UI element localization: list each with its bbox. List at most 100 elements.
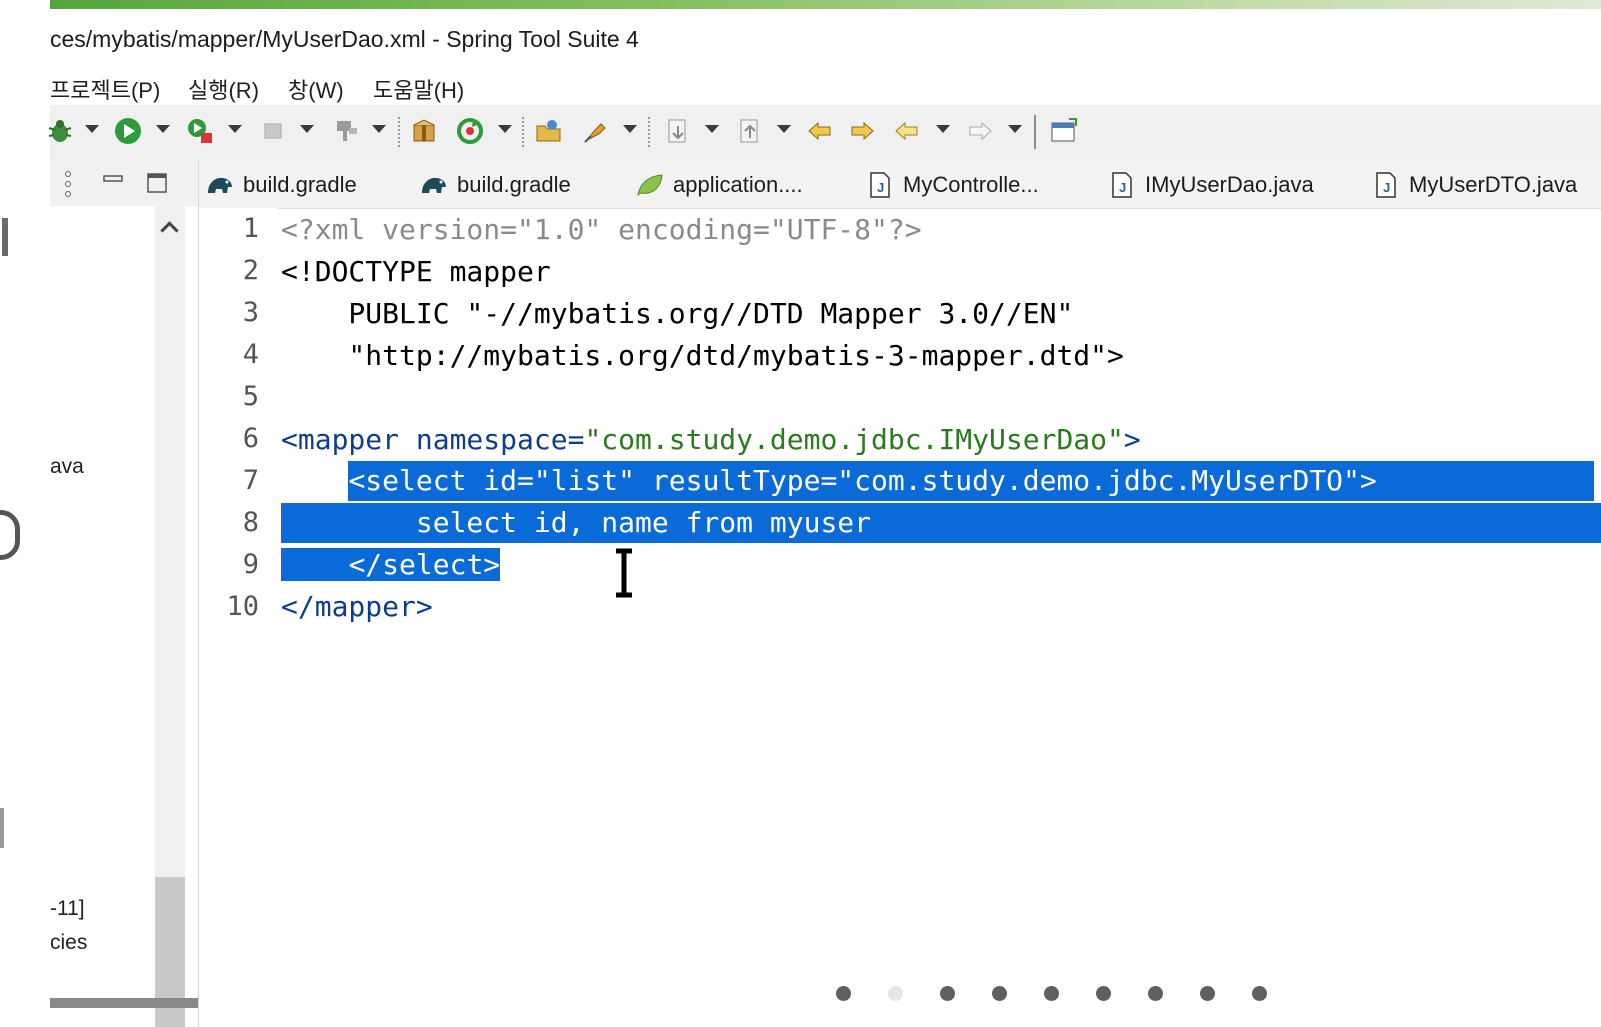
code-line[interactable]: <?xml version="1.0" encoding="UTF-8"?> (281, 210, 922, 250)
menu-project[interactable]: 프로젝트(P) (50, 73, 160, 105)
code-line[interactable]: </mapper> (281, 587, 433, 627)
tree-item-label[interactable]: -11] (50, 897, 85, 921)
pager-dot[interactable] (1096, 986, 1111, 1001)
minimize-icon[interactable] (102, 172, 124, 186)
chevron-down-icon[interactable] (623, 125, 637, 133)
package-icon[interactable] (408, 115, 440, 147)
pager-dot[interactable] (888, 986, 903, 1001)
chevron-down-icon[interactable] (936, 125, 950, 133)
tab-build-gradle-2[interactable]: build.gradle (419, 170, 571, 200)
pager-dots (836, 986, 1276, 1002)
code-line-selected[interactable]: <select id="list" resultType="com.study.… (281, 461, 1601, 501)
tab-label: MyUserDTO.java (1409, 172, 1578, 197)
code-token-selected: <select id="list" resultType="com.study.… (348, 461, 1595, 501)
menu-run[interactable]: 실행(R) (188, 73, 259, 105)
tab-application-properties[interactable]: application.... (635, 170, 803, 200)
code-token (281, 548, 349, 581)
chevron-down-icon[interactable] (85, 125, 99, 133)
chevron-down-icon[interactable] (300, 125, 314, 133)
text-cursor-icon (616, 548, 632, 598)
code-token-selected: </select> (348, 548, 501, 581)
tab-label: application.... (673, 172, 803, 197)
chevron-down-icon[interactable] (777, 125, 791, 133)
toolbar-divider (1034, 115, 1036, 149)
view-menu-icon[interactable] (62, 170, 74, 198)
tab-label: IMyUserDao.java (1145, 172, 1314, 197)
vertical-scrollbar[interactable] (155, 206, 185, 1027)
tab-build-gradle-1[interactable]: build.gradle (205, 170, 357, 200)
edge-artifact (0, 510, 20, 560)
editor-area: build.gradle build.gradle application...… (198, 160, 1601, 1027)
line-number: 1 (242, 213, 259, 244)
pager-dot[interactable] (1148, 986, 1163, 1001)
title-accent (50, 0, 1601, 9)
editor-tabs: build.gradle build.gradle application...… (199, 160, 1601, 209)
open-folder-icon[interactable] (533, 115, 565, 147)
code-line[interactable]: PUBLIC "-//mybatis.org//DTD Mapper 3.0//… (281, 294, 1073, 334)
debug-icon[interactable] (44, 115, 76, 147)
code-line-selected[interactable]: select id, name from myuser (281, 503, 1601, 543)
stop-icon[interactable] (257, 115, 289, 147)
chevron-down-icon[interactable] (372, 125, 386, 133)
tab-label: build.gradle (457, 172, 571, 197)
edge-artifact (2, 218, 8, 256)
pin-icon[interactable] (580, 115, 612, 147)
line-number: 6 (242, 423, 259, 454)
code-line-selected[interactable]: </select> (281, 545, 501, 585)
toolbar-separator (398, 117, 402, 147)
menu-help[interactable]: 도움말(H) (373, 73, 464, 105)
line-number: 7 (242, 465, 259, 496)
spring-leaf-icon (637, 174, 663, 197)
chevron-down-icon[interactable] (705, 125, 719, 133)
tab-myuserdto[interactable]: J MyUserDTO.java (1371, 170, 1577, 200)
chevron-down-icon[interactable] (498, 125, 512, 133)
next-annotation-icon[interactable] (662, 115, 694, 147)
back-icon[interactable] (891, 115, 923, 147)
code-line[interactable]: <!DOCTYPE mapper (281, 252, 551, 292)
menu-window[interactable]: 창(W) (288, 73, 344, 105)
code-editor[interactable]: <?xml version="1.0" encoding="UTF-8"?> <… (281, 208, 1601, 1027)
refresh-run-icon[interactable] (454, 115, 486, 147)
line-number: 10 (226, 591, 259, 622)
edge-artifact (0, 808, 4, 848)
forward-edit-icon[interactable] (846, 115, 878, 147)
gradle-icon (208, 177, 232, 193)
back-edit-icon[interactable] (804, 115, 836, 147)
code-line[interactable]: <mapper namespace="com.study.demo.jdbc.I… (281, 420, 1141, 460)
pager-dot[interactable] (836, 986, 851, 1001)
svg-text:J: J (1119, 180, 1126, 195)
build-icon[interactable] (330, 115, 362, 147)
chevron-down-icon[interactable] (1008, 125, 1022, 133)
code-token: <mapper namespace= (281, 423, 585, 456)
line-number: 5 (242, 381, 259, 412)
prev-annotation-icon[interactable] (734, 115, 766, 147)
main-toolbar (48, 105, 1601, 160)
svg-text:J: J (877, 180, 884, 195)
external-run-icon[interactable] (184, 115, 216, 147)
run-icon[interactable] (112, 115, 144, 147)
tab-imyuserdao[interactable]: J IMyUserDao.java (1107, 170, 1314, 200)
pager-dot[interactable] (1252, 986, 1267, 1001)
pager-dot[interactable] (1044, 986, 1059, 1001)
tree-item-label[interactable]: cies (50, 931, 87, 955)
gradle-icon (422, 177, 446, 193)
chevron-down-icon[interactable] (228, 125, 242, 133)
chevron-down-icon[interactable] (156, 125, 170, 133)
scroll-up-icon[interactable] (160, 221, 179, 240)
pager-dot[interactable] (1200, 986, 1215, 1001)
pager-dot[interactable] (940, 986, 955, 1001)
forward-icon[interactable] (964, 115, 996, 147)
line-number: 4 (242, 339, 259, 370)
tab-mycontroller[interactable]: J MyControlle... (865, 170, 1039, 200)
toolbar-separator (648, 117, 652, 147)
maximize-icon[interactable] (146, 172, 168, 194)
pager-dot[interactable] (992, 986, 1007, 1001)
code-token: "com.study.demo.jdbc.IMyUserDao" (584, 423, 1124, 456)
background-edge (0, 0, 50, 1027)
tree-item-label[interactable]: ava (50, 455, 84, 479)
code-line[interactable]: "http://mybatis.org/dtd/mybatis-3-mapper… (281, 336, 1123, 376)
new-window-icon[interactable] (1048, 115, 1080, 147)
ide-window: ces/mybatis/mapper/MyUserDao.xml - Sprin… (48, 0, 1601, 1027)
line-number: 2 (242, 255, 259, 286)
